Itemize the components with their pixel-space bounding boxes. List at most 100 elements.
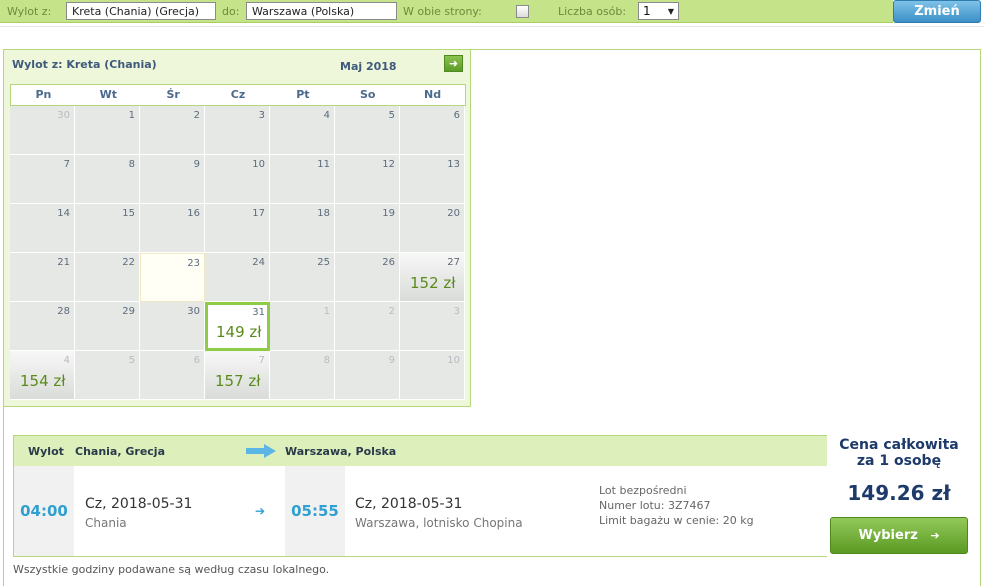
- day-number: 3: [453, 306, 460, 317]
- price-title-line2: za 1 osobę: [856, 453, 942, 469]
- calendar-day: 3: [400, 302, 465, 351]
- day-number: 12: [382, 159, 395, 170]
- day-number: 15: [122, 208, 135, 219]
- flight-info: Lot bezpośredni Numer lotu: 3Z7467 Limit…: [599, 483, 754, 528]
- calendar-day[interactable]: 27 152 zł: [400, 253, 465, 302]
- day-number: 5: [128, 355, 135, 366]
- day-number: 8: [323, 355, 330, 366]
- day-number: 18: [317, 208, 330, 219]
- day-number: 27: [447, 257, 460, 268]
- calendar-day: 18: [270, 204, 335, 253]
- calendar-month: Maj 2018: [340, 60, 397, 73]
- calendar-week: 28 29 30 31 149 zł 1 2 3: [10, 302, 466, 351]
- people-label: Liczba osób:: [558, 5, 627, 18]
- calendar-day: 23: [140, 253, 205, 302]
- price-title-line1: Cena całkowita: [839, 437, 959, 453]
- calendar-day: 30: [10, 106, 75, 155]
- day-number: 31: [252, 307, 265, 318]
- from-label: Wylot z:: [7, 5, 52, 18]
- day-number: 4: [63, 355, 70, 366]
- arrow-right-icon: ➔: [255, 504, 266, 518]
- calendar-day: 21: [10, 253, 75, 302]
- day-number: 3: [258, 110, 265, 121]
- divider: [0, 26, 984, 27]
- calendar-day: 28: [10, 302, 75, 351]
- flight-direction-label: Wylot: [28, 445, 64, 458]
- flight-result: Wylot Chania, Grecja Warszawa, Polska 04…: [13, 435, 828, 557]
- calendar-day: 4: [270, 106, 335, 155]
- calendar-day: 13: [400, 155, 465, 204]
- weekday-label: Cz: [230, 88, 246, 101]
- day-number: 30: [57, 110, 70, 121]
- day-number: 6: [453, 110, 460, 121]
- roundtrip-checkbox[interactable]: [516, 5, 529, 18]
- calendar-day: 1: [270, 302, 335, 351]
- day-number: 21: [57, 257, 70, 268]
- calendar-day: 15: [75, 204, 140, 253]
- day-number: 6: [193, 355, 200, 366]
- weekday-label: Nd: [424, 88, 442, 101]
- people-select[interactable]: 1 ▼: [638, 2, 679, 20]
- price-title: Cena całkowita za 1 osobę: [827, 437, 971, 469]
- weekday-label: So: [359, 88, 376, 101]
- calendar-day: 16: [140, 204, 205, 253]
- next-month-button[interactable]: ➜: [444, 55, 463, 72]
- baggage-limit: Limit bagażu w cenie: 20 kg: [599, 514, 754, 527]
- calendar-day: 3: [205, 106, 270, 155]
- calendar-day: 12: [335, 155, 400, 204]
- calendar-day: 1: [75, 106, 140, 155]
- day-price: 157 zł: [215, 372, 261, 390]
- calendar-week: 14 15 16 17 18 19 20: [10, 204, 466, 253]
- arrow-right-icon: [246, 444, 276, 458]
- select-button-label: Wybierz: [858, 528, 918, 543]
- calendar-day: 22: [75, 253, 140, 302]
- calendar-day: 8: [75, 155, 140, 204]
- day-number: 29: [122, 306, 135, 317]
- calendar-day[interactable]: 7 157 zł: [205, 351, 270, 400]
- day-number: 20: [447, 208, 460, 219]
- from-input[interactable]: Kreta (Chania) (Grecja): [66, 2, 216, 20]
- day-number: 1: [128, 110, 135, 121]
- calendar-weeks: 30 1 2 3 4 5 6 7 8 9 10 11 12 13 14 15 16 17 18 19 20 21 22 23 2…: [10, 106, 466, 400]
- arrow-right-icon: ➜: [448, 57, 459, 70]
- select-button[interactable]: Wybierz ➔: [830, 517, 968, 554]
- search-bar: Wylot z: Kreta (Chania) (Grecja) do: War…: [0, 0, 893, 23]
- day-number: 14: [57, 208, 70, 219]
- calendar-day: 5: [75, 351, 140, 400]
- calendar-day: 19: [335, 204, 400, 253]
- people-value: 1: [643, 4, 651, 18]
- calendar-day[interactable]: 4 154 zł: [10, 351, 75, 400]
- day-number: 17: [252, 208, 265, 219]
- weekday-label: Wt: [99, 88, 117, 101]
- calendar-day: 14: [10, 204, 75, 253]
- day-number: 25: [317, 257, 330, 268]
- calendar-day: 8: [270, 351, 335, 400]
- calendar-day: 2: [140, 106, 205, 155]
- depart-place: Chania: [85, 516, 127, 530]
- day-number: 28: [57, 306, 70, 317]
- to-input[interactable]: Warszawa (Polska): [246, 2, 397, 20]
- day-number: 19: [382, 208, 395, 219]
- calendar-day-selected[interactable]: 31 149 zł: [205, 302, 270, 351]
- day-price: 152 zł: [410, 274, 456, 292]
- to-label: do:: [222, 5, 240, 18]
- depart-date: Cz, 2018-05-31: [85, 496, 193, 512]
- day-number: 24: [252, 257, 265, 268]
- day-price: 154 zł: [20, 372, 66, 390]
- day-number: 13: [447, 159, 460, 170]
- flight-details: 04:00 Cz, 2018-05-31 Chania ➔ 05:55 Cz, …: [14, 466, 827, 556]
- calendar: Wylot z: Kreta (Chania) Maj 2018 ➜ Pn Wt Ś…: [3, 49, 471, 407]
- calendar-day: 26: [335, 253, 400, 302]
- flight-number: Numer lotu: 3Z7467: [599, 499, 711, 512]
- day-number: 9: [388, 355, 395, 366]
- day-number: 2: [193, 110, 200, 121]
- day-number: 7: [63, 159, 70, 170]
- calendar-day: 17: [205, 204, 270, 253]
- day-number: 1: [323, 306, 330, 317]
- calendar-week: 7 8 9 10 11 12 13: [10, 155, 466, 204]
- calendar-day: 24: [205, 253, 270, 302]
- arrive-place: Warszawa, lotnisko Chopina: [355, 516, 523, 530]
- change-button[interactable]: Zmień: [893, 0, 981, 23]
- calendar-day: 10: [205, 155, 270, 204]
- calendar-grid: Pn Wt Śr Cz Pt So Nd 30 1 2 3 4 5 6 7 8 9 10 11 12 13 14 15 16…: [10, 84, 466, 400]
